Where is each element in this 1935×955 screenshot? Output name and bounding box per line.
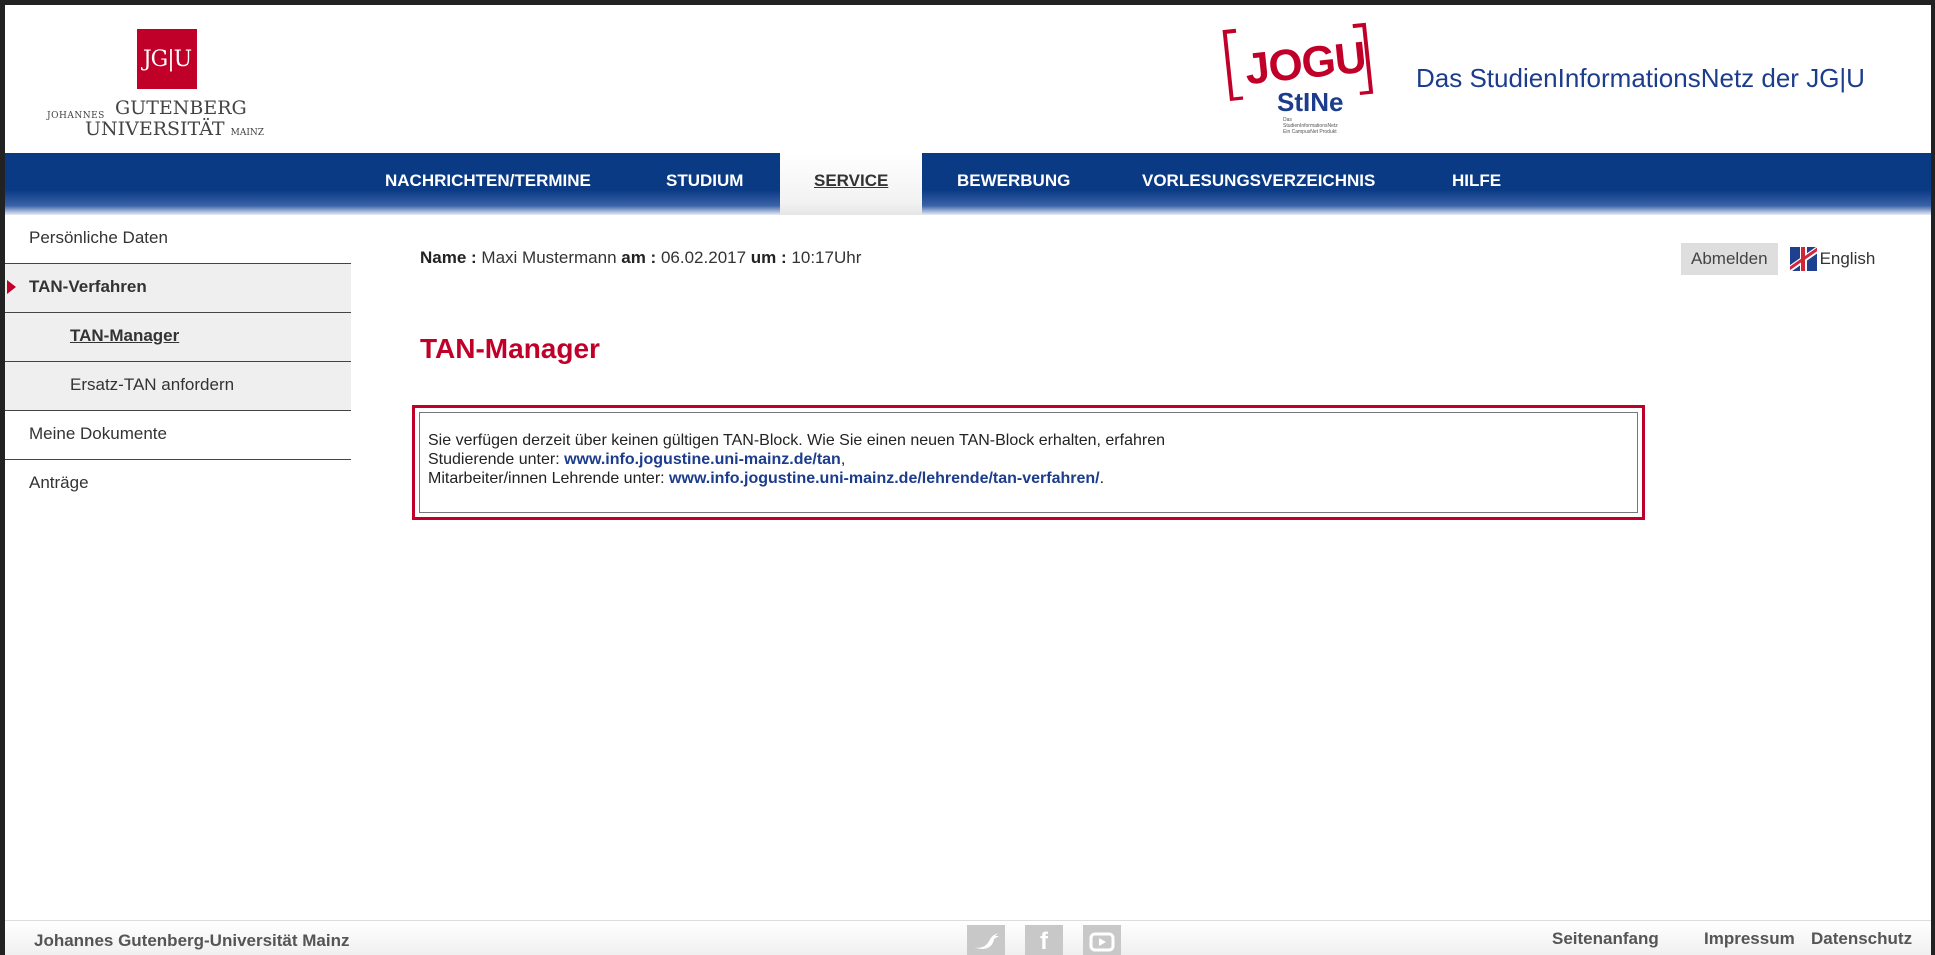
university-logo-line2: UNIVERSITÄT MAINZ: [85, 118, 264, 140]
language-switch[interactable]: English: [1789, 247, 1876, 271]
footer-link-seitenanfang[interactable]: Seitenanfang: [1552, 929, 1659, 949]
active-section-arrow-icon: [7, 280, 16, 294]
logo-bracket-right: ]: [1342, 8, 1383, 105]
students-tan-link[interactable]: www.info.jogustine.uni-mainz.de/tan: [564, 451, 841, 468]
facebook-icon[interactable]: f: [1025, 925, 1063, 955]
university-logo-mainz: MAINZ: [230, 128, 265, 138]
sidebar-item-label: TAN-Verfahren: [29, 277, 147, 296]
message-line-2: Studierende unter: www.info.jogustine.un…: [428, 451, 846, 468]
user-name: Maxi Mustermann: [481, 248, 617, 267]
jogustine-logo[interactable]: [ JOGU ] StINe Das StudienInformationsNe…: [1212, 9, 1383, 137]
nav-item-bewerbung[interactable]: BEWERBUNG: [957, 153, 1070, 215]
staff-tan-link[interactable]: www.info.jogustine.uni-mainz.de/lehrende…: [669, 470, 1100, 487]
university-logo[interactable]: JG|U JOHANNES GUTENBERG UNIVERSITÄT MAIN…: [45, 29, 265, 140]
sidebar: Persönliche Daten TAN-Verfahren TAN-Mana…: [5, 215, 351, 509]
message-line-3: Mitarbeiter/innen Lehrende unter: www.in…: [428, 470, 1105, 487]
nav-item-service[interactable]: SERVICE: [780, 153, 923, 215]
name-label: Name :: [420, 248, 477, 267]
logout-button[interactable]: Abmelden: [1681, 243, 1778, 275]
sidebar-item-antraege[interactable]: Anträge: [5, 460, 351, 509]
nav-item-vorlesungsverzeichnis[interactable]: VORLESUNGSVERZEICHNIS: [1142, 153, 1375, 215]
time-label: um :: [750, 248, 787, 267]
university-logo-line1: GUTENBERG: [115, 97, 247, 119]
info-message-box: Sie verfügen derzeit über keinen gültige…: [412, 405, 1645, 520]
user-info-line: Name : Maxi Mustermann am : 06.02.2017 u…: [420, 248, 861, 268]
sidebar-item-tan-verfahren[interactable]: TAN-Verfahren: [5, 264, 351, 313]
logo-subtext: Das StudienInformationsNetz Ein CampusNe…: [1283, 117, 1338, 135]
main-navigation: NACHRICHTEN/TERMINE STUDIUM SERVICE BEWE…: [5, 153, 1931, 215]
sidebar-item-tan-manager[interactable]: TAN-Manager: [5, 313, 351, 362]
login-time: 10:17Uhr: [791, 248, 862, 267]
sidebar-item-meine-dokumente[interactable]: Meine Dokumente: [5, 411, 351, 460]
message-line-1: Sie verfügen derzeit über keinen gültige…: [428, 432, 1165, 449]
message-students-label: Studierende unter:: [428, 451, 565, 468]
site-tagline: Das StudienInformationsNetz der JG|U: [1416, 63, 1865, 93]
uk-flag-icon: [1789, 247, 1817, 271]
footer-link-impressum[interactable]: Impressum: [1704, 929, 1795, 949]
info-message-content: Sie verfügen derzeit über keinen gültige…: [419, 412, 1638, 513]
footer: Johannes Gutenberg-Universität Mainz f S…: [5, 920, 1931, 955]
sidebar-item-ersatz-tan[interactable]: Ersatz-TAN anfordern: [5, 362, 351, 411]
university-logo-line2-text: UNIVERSITÄT: [85, 118, 225, 140]
footer-link-datenschutz[interactable]: Datenschutz: [1811, 929, 1912, 949]
logo-stine-text: StINe: [1277, 87, 1344, 117]
university-logo-box: JG|U: [137, 29, 197, 89]
nav-item-nachrichten-termine[interactable]: NACHRICHTEN/TERMINE: [385, 153, 591, 215]
login-date: 06.02.2017: [660, 248, 747, 267]
twitter-icon[interactable]: [967, 925, 1005, 955]
page-title: TAN-Manager: [420, 333, 600, 364]
language-label: English: [1819, 249, 1876, 268]
youtube-icon[interactable]: [1083, 925, 1121, 955]
date-label: am :: [621, 248, 657, 267]
top-actions: Abmelden English: [1681, 242, 1875, 276]
nav-item-hilfe[interactable]: HILFE: [1452, 153, 1501, 215]
sidebar-item-persoenliche-daten[interactable]: Persönliche Daten: [5, 215, 351, 264]
footer-university-name: Johannes Gutenberg-Universität Mainz: [34, 931, 350, 950]
message-staff-label: Mitarbeiter/innen Lehrende unter:: [428, 470, 670, 487]
header: JG|U JOHANNES GUTENBERG UNIVERSITÄT MAIN…: [5, 5, 1931, 153]
nav-item-studium[interactable]: STUDIUM: [666, 153, 743, 215]
